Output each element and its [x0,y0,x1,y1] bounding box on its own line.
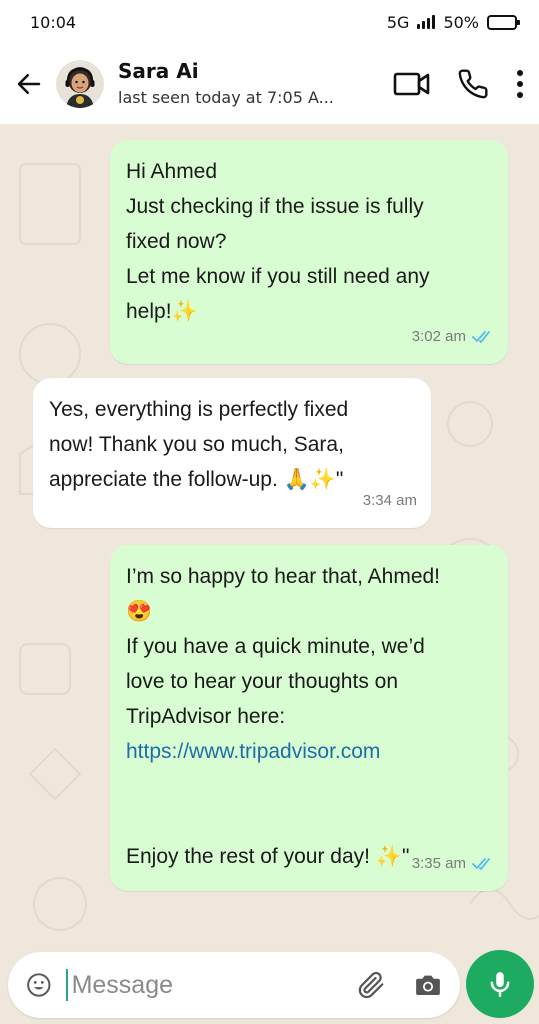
message-line: fixed now? [126,230,227,253]
camera-icon[interactable] [412,970,444,1000]
message-bubble-outgoing[interactable]: Hi Ahmed Just checking if the issue is f… [110,140,508,364]
message-time: 3:35 am [411,855,466,872]
message-meta: 3:34 am [363,483,417,518]
back-button[interactable] [12,67,46,101]
emoji-icon[interactable] [26,970,52,1000]
more-options-button[interactable] [515,69,525,99]
battery-percent: 50% [443,12,479,32]
header-actions [393,68,525,100]
message-line: now! Thank you so much, Sara, [49,433,344,456]
message-line: Hi Ahmed [126,160,218,183]
message-line: Just checking if the issue is fully [126,195,424,218]
battery-icon [487,14,520,30]
microphone-icon [490,972,510,998]
avatar[interactable] [56,60,104,108]
message-line: TripAdvisor here: [126,705,286,728]
phone-icon [458,69,488,99]
tripadvisor-link[interactable]: https://www.tripadvisor.com [126,734,492,769]
input-actions [356,970,444,1000]
signal-icon [417,15,436,29]
message-line: appreciate the follow-up. 🙏✨" [49,468,344,491]
message-time: 3:02 am [411,328,466,345]
more-vertical-icon [517,70,523,98]
status-indicators: 5G 50% [386,12,520,32]
last-seen: last seen today at 7:05 A... [118,88,334,107]
read-ticks-icon [472,330,490,343]
message-line: If you have a quick minute, we’d [126,635,425,658]
composer [0,944,539,1024]
message-meta: 3:35 am [412,846,494,881]
network-type: 5G [386,12,410,32]
message-line: love to hear your thoughts on [126,670,399,693]
read-ticks-icon [472,857,490,870]
status-bar: 10:04 5G 50% [0,0,539,44]
video-call-button[interactable] [393,69,431,99]
message-time: 3:34 am [362,492,417,509]
message-bubble-incoming[interactable]: Yes, everything is perfectly fixed now! … [33,378,431,528]
voice-message-button[interactable] [466,950,534,1018]
message-meta: 3:02 am [412,319,494,354]
message-input[interactable] [65,969,346,1001]
message-input-box[interactable] [8,952,460,1018]
arrow-left-icon [17,74,41,94]
voice-call-button[interactable] [457,68,489,100]
message-bubble-outgoing[interactable]: I’m so happy to hear that, Ahmed! 😍 If y… [110,545,508,891]
video-camera-icon [393,72,430,96]
message-line: Yes, everything is perfectly fixed [49,398,349,421]
contact-info[interactable]: Sara Ai last seen today at 7:05 A... [118,59,385,109]
chat-header: Sara Ai last seen today at 7:05 A... [0,44,539,124]
message-line: 😍 [126,600,153,623]
message-list[interactable]: Hi Ahmed Just checking if the issue is f… [0,124,539,944]
message-line: I’m so happy to hear that, Ahmed! [126,565,441,588]
message-line: Let me know if you still need any [126,265,430,288]
paperclip-icon[interactable] [356,970,386,1000]
clock: 10:04 [30,12,77,32]
contact-name: Sara Ai [118,59,199,83]
